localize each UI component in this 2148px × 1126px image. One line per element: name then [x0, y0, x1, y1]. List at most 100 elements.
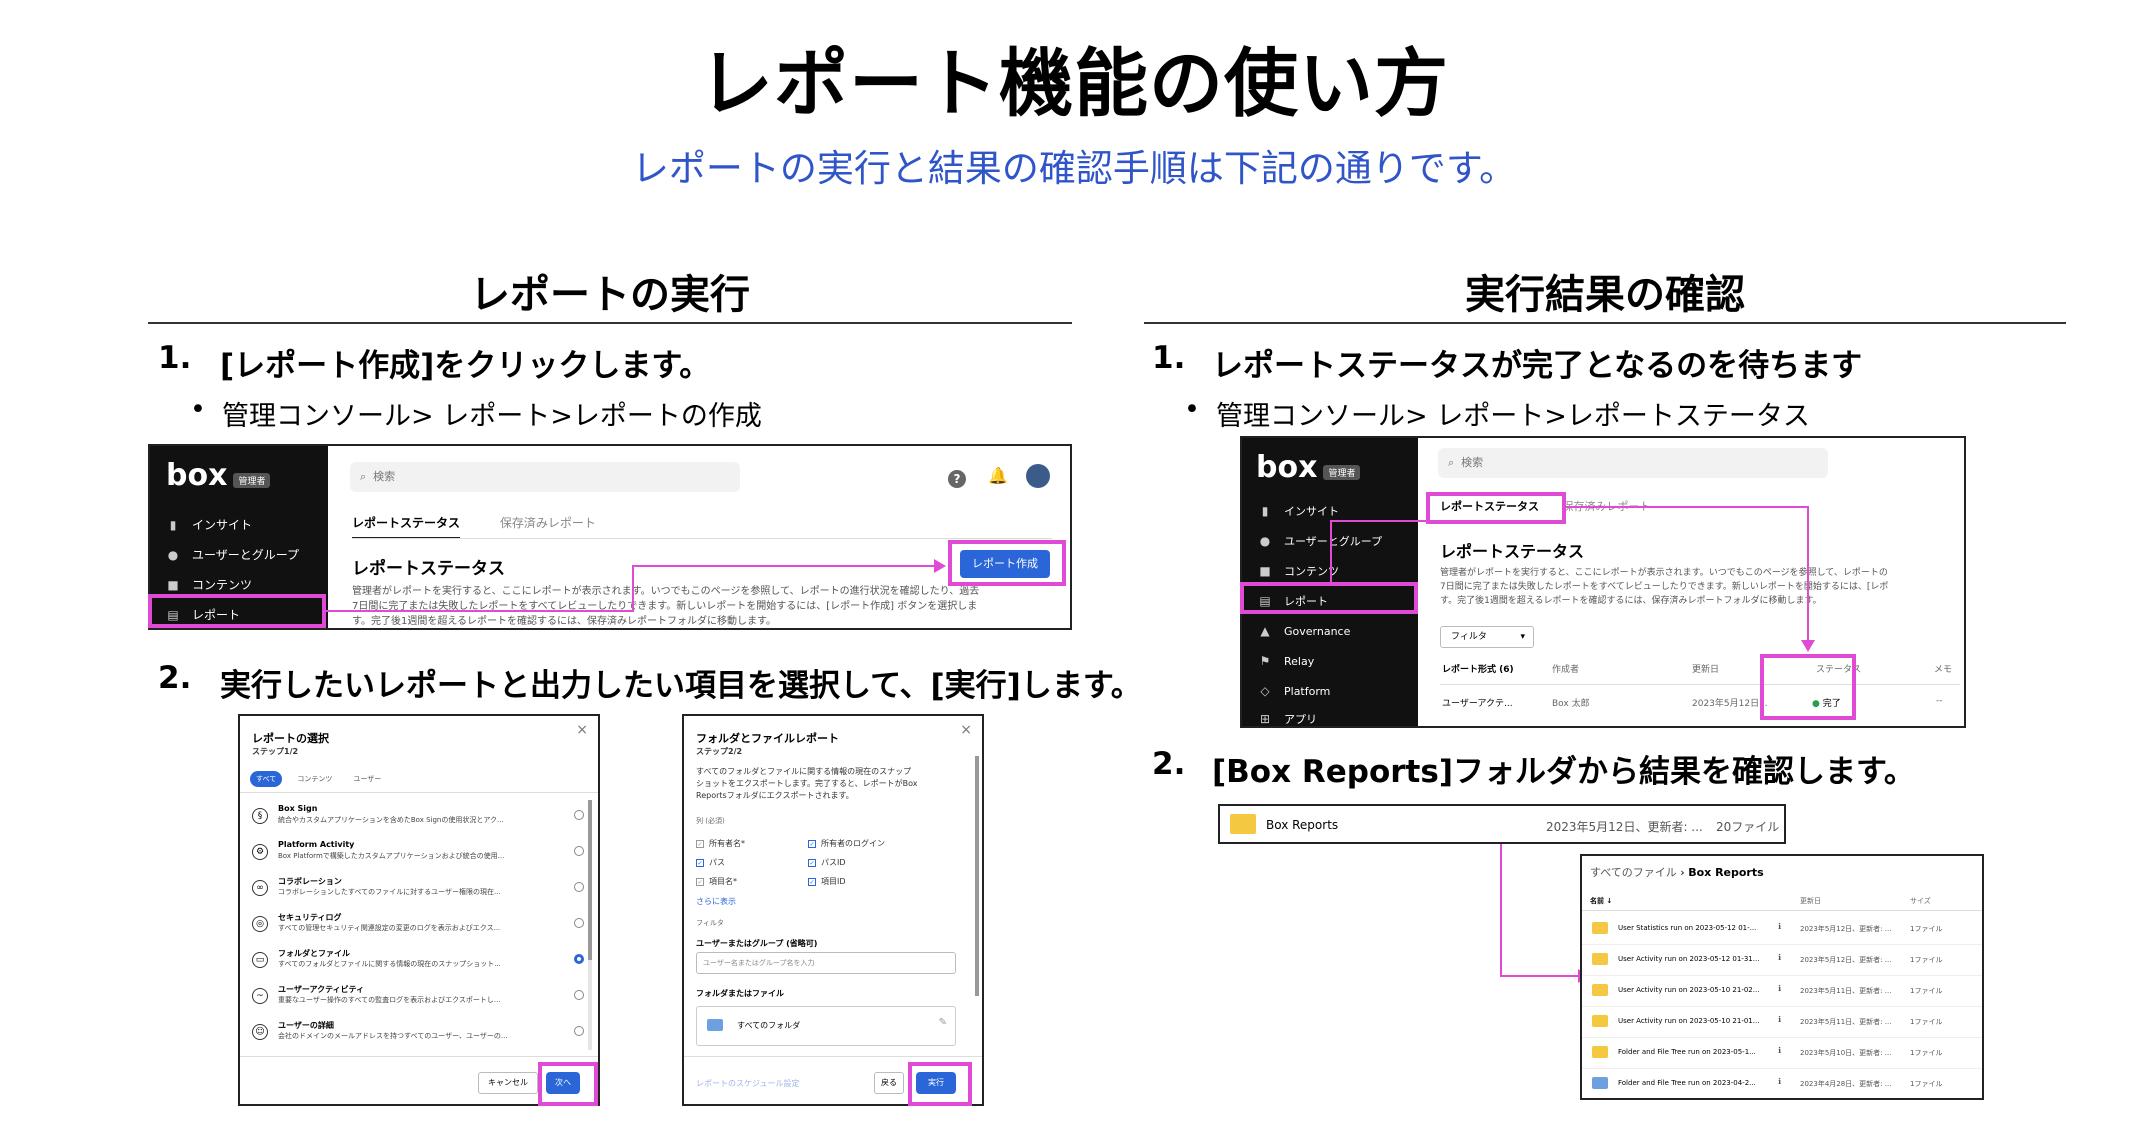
filter-dropdown[interactable]: フィルタ ▾	[1440, 626, 1534, 648]
chart-icon: ▮	[169, 518, 177, 532]
bell-icon[interactable]: 🔔	[988, 466, 1008, 485]
folder-picker[interactable]: すべてのフォルダ ✎	[696, 1006, 956, 1046]
folder-count: 20ファイル	[1716, 820, 1780, 834]
folder-name: Box Reports	[1266, 818, 1339, 832]
nav-users-groups[interactable]: ● ユーザーとグループ	[150, 542, 328, 568]
breadcrumb-root[interactable]: すべてのファイル	[1590, 866, 1677, 879]
option-collaboration[interactable]: ∞ コラボレーション コラボレーションしたすべてのファイルに対するユーザー権限の現在…	[252, 874, 588, 906]
dialog-step: ステップ2/2	[696, 747, 743, 756]
info-icon[interactable]: ℹ	[1778, 984, 1781, 993]
cell-memo: --	[1936, 696, 1943, 706]
folder-icon	[1592, 953, 1608, 965]
help-icon[interactable]: ?	[948, 468, 966, 488]
nav-relay[interactable]: ⚑ Relay	[1242, 648, 1418, 674]
option-folder-file[interactable]: ▭ フォルダとファイル すべてのフォルダとファイルに関する情報の現在のスナップショッ…	[252, 946, 588, 978]
group-input[interactable]: ユーザー名またはグループ名を入力	[696, 952, 956, 974]
folder-icon: ■	[1259, 564, 1271, 578]
close-icon[interactable]: ×	[960, 722, 972, 738]
list-item[interactable]: Folder and File Tree run on 2023-04-2...…	[1582, 1073, 1982, 1097]
chip-all[interactable]: すべて	[250, 771, 283, 787]
cancel-button[interactable]: キャンセル	[478, 1072, 538, 1094]
col-report-type[interactable]: レポート形式 (6)	[1442, 662, 1514, 675]
dialog-desc: Reportsフォルダにエクスポートされます。	[696, 791, 854, 800]
columns-label: 列 (必須)	[696, 817, 725, 825]
close-icon[interactable]: ×	[576, 722, 588, 738]
col-memo[interactable]: メモ	[1934, 662, 1952, 675]
tab-saved-reports[interactable]: 保存済みレポート	[500, 514, 596, 537]
box-reports-folder-row[interactable]: Box Reports 2023年5月12日、更新者: ... 20ファイル	[1218, 804, 1786, 844]
info-icon[interactable]: ℹ	[1778, 953, 1781, 962]
left-step2-text: 実行したいレポートと出力したい項目を選択して、[実行]します。	[220, 668, 1142, 704]
col-creator[interactable]: 作成者	[1552, 662, 1579, 675]
divider	[1582, 910, 1982, 911]
chip-users[interactable]: ユーザー	[347, 771, 387, 787]
col-updated[interactable]: 更新日	[1800, 896, 1821, 906]
info-icon[interactable]: ℹ	[1778, 1077, 1781, 1086]
divider	[1582, 1037, 1982, 1038]
list-item[interactable]: User Activity run on 2023-05-10 21-01...…	[1582, 1011, 1982, 1038]
file-name: Folder and File Tree run on 2023-04-2...	[1618, 1079, 1756, 1087]
option-security-log[interactable]: ◎ セキュリティログ すべての管理セキュリティ関連設定の変更のログを表示およびエクス…	[252, 910, 588, 942]
chip-content[interactable]: コンテンツ	[291, 771, 338, 787]
section-heading: レポートステータス	[1440, 542, 1585, 561]
left-step1-text: [レポート作成]をクリックします。	[220, 348, 711, 384]
edit-icon[interactable]: ✎	[939, 1017, 947, 1028]
back-button[interactable]: 戻る	[874, 1072, 904, 1094]
highlight-reports-nav	[148, 594, 326, 628]
desc-line2: 7日間に完了または失敗したレポートをすべてレビューしたりできます。新しいレポート…	[1440, 582, 1889, 592]
user-icon: ●	[167, 548, 179, 562]
nav-apps[interactable]: ⊞ アプリ	[1242, 706, 1418, 726]
info-icon[interactable]: ℹ	[1778, 1046, 1781, 1055]
left-step2-num: 2.	[158, 660, 192, 696]
option-box-sign[interactable]: § Box Sign 統合やカスタムアプリケーションを含めたBox Signの使用状…	[252, 802, 588, 834]
search-input[interactable]: ⌕ 検索	[1438, 448, 1828, 478]
file-size: 1ファイル	[1910, 956, 1943, 964]
avatar[interactable]	[1026, 464, 1050, 488]
option-user-details[interactable]: ☺ ユーザーの詳細 会社のドメインのメールアドレスを持つすべてのユーザー、ユーザーの…	[252, 1018, 588, 1050]
list-item[interactable]: User Activity run on 2023-05-12 01-31...…	[1582, 949, 1982, 976]
list-item[interactable]: User Statistics run on 2023-05-12 01-...…	[1582, 918, 1982, 945]
connector	[1330, 520, 1426, 522]
tab-report-status[interactable]: レポートステータス	[352, 514, 461, 539]
file-date: 2023年5月11日、更新者: ...	[1800, 987, 1892, 995]
list-item[interactable]: User Activity run on 2023-05-10 21-02...…	[1582, 980, 1982, 1007]
col-updated[interactable]: 更新日	[1692, 662, 1719, 675]
option-user-activity[interactable]: ~ ユーザーアクティビティ 重要なユーザー操作のすべての監査ログを表示およびエクスポ…	[252, 982, 588, 1014]
cell-type: ユーザーアクテ...	[1442, 699, 1513, 709]
col-path-id[interactable]: ✓ パスID	[808, 853, 885, 872]
arrow-head	[934, 559, 946, 573]
breadcrumb: すべてのファイル › Box Reports	[1590, 864, 1764, 880]
highlight-next-button	[538, 1062, 598, 1106]
col-owner-name[interactable]: ✓ 所有者名*	[696, 834, 745, 853]
connector	[326, 610, 632, 612]
folder-meta: 2023年5月12日、更新者: ...	[1546, 820, 1703, 834]
page-title: レポート機能の使い方	[699, 41, 1449, 127]
list-item[interactable]: Folder and File Tree run on 2023-05-1...…	[1582, 1042, 1982, 1069]
divider	[240, 1056, 598, 1057]
file-size: 1ファイル	[1910, 1049, 1943, 1057]
nav-governance[interactable]: ▲ Governance	[1242, 618, 1418, 644]
col-owner-login[interactable]: ✓ 所有者のログイン	[808, 834, 885, 853]
highlight-reports-nav	[1240, 582, 1418, 614]
col-item-name[interactable]: ✓ 項目名*	[696, 872, 745, 891]
search-icon: ⌕	[360, 470, 367, 483]
scrollbar[interactable]	[588, 800, 592, 1050]
col-path[interactable]: ✓ パス	[696, 853, 745, 872]
breadcrumb-separator: ›	[1680, 866, 1685, 879]
info-icon[interactable]: ℹ	[1778, 1015, 1781, 1024]
tab-saved-reports[interactable]: 保存済みレポート	[1563, 498, 1651, 520]
scrollbar[interactable]	[975, 756, 979, 996]
dialog-title: レポートの選択	[252, 732, 329, 745]
col-size[interactable]: サイズ	[1910, 896, 1931, 906]
search-input[interactable]: ⌕ 検索	[350, 462, 740, 492]
activity-icon: ~	[252, 988, 268, 1004]
col-name[interactable]: 名前 ↓	[1590, 896, 1612, 906]
info-icon[interactable]: ℹ	[1778, 922, 1781, 931]
show-more-link[interactable]: さらに表示	[696, 896, 736, 907]
option-platform-activity[interactable]: ⚙ Platform Activity Box Platformで構築したカスタムア…	[252, 838, 588, 870]
nav-insights[interactable]: ▮ インサイト	[150, 512, 328, 538]
col-item-id[interactable]: ✓ 項目ID	[808, 872, 885, 891]
schedule-link[interactable]: レポートのスケジュール設定	[696, 1078, 799, 1089]
right-step1-num: 1.	[1152, 340, 1186, 376]
nav-platform[interactable]: ◇ Platform	[1242, 678, 1418, 704]
